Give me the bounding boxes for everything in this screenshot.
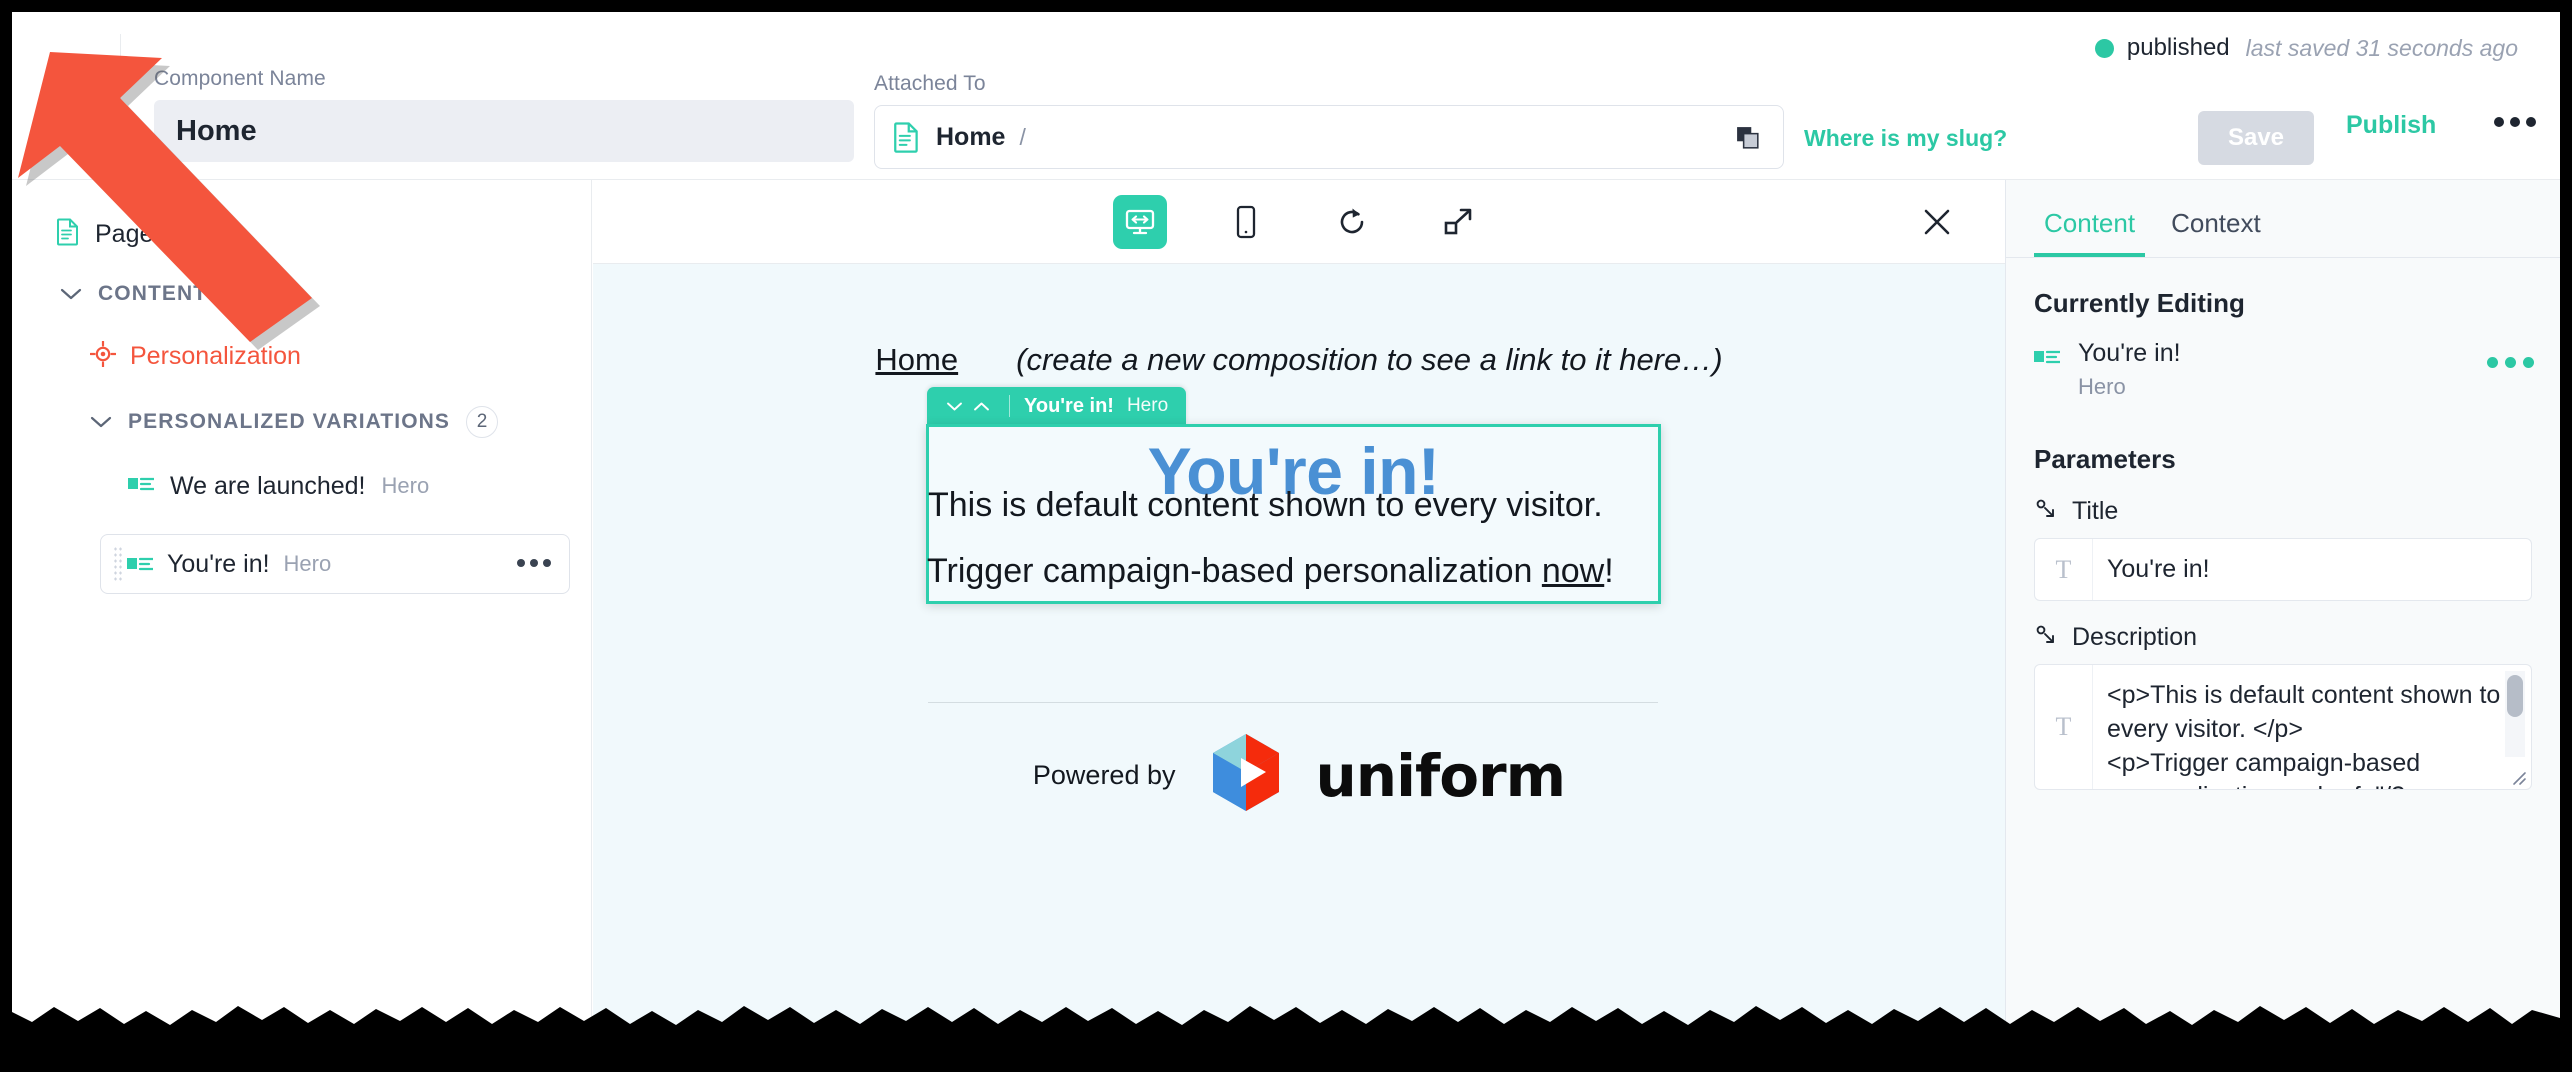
sidebar-variation-type: Hero xyxy=(381,473,430,498)
currently-editing-item[interactable]: You're in! Hero xyxy=(2006,319,2560,400)
canvas-note: (create a new composition to see a link … xyxy=(1016,342,1723,377)
uniform-wordmark: uniform xyxy=(1315,741,1567,810)
text-type-icon: T xyxy=(2035,665,2093,789)
attached-to-value: Home xyxy=(936,122,1006,151)
component-icon xyxy=(127,554,153,574)
parameter-icon xyxy=(2034,623,2058,652)
sidebar-item-personalization[interactable]: Personalization xyxy=(12,332,591,380)
parameter-label: Title xyxy=(2072,497,2119,525)
close-icon[interactable] xyxy=(1911,196,1963,248)
preview-pane: Home (create a new composition to see a … xyxy=(593,180,2005,1044)
screenshot-frame: Component Name Attached To Home / xyxy=(0,0,2572,1072)
sidebar-variation-item[interactable]: We are launched! Hero xyxy=(128,460,591,512)
hero-component-tab[interactable]: You're in! Hero xyxy=(927,387,1187,425)
sidebar-section-personalized-variations[interactable]: PERSONALIZED VARIATIONS 2 xyxy=(12,398,591,446)
document-icon xyxy=(56,217,80,251)
publish-button[interactable]: Publish xyxy=(2346,111,2436,140)
component-icon xyxy=(128,474,156,499)
component-name-input[interactable] xyxy=(154,100,854,162)
tab-context[interactable]: Context xyxy=(2161,208,2271,257)
description-scrollbar-thumb[interactable] xyxy=(2507,675,2523,717)
hero-tab-name: You're in! xyxy=(1024,394,1114,417)
sidebar-item-personalization-label: Personalization xyxy=(130,341,301,370)
mobile-icon[interactable] xyxy=(1219,195,1273,249)
powered-by-footer: Powered by uniform xyxy=(593,734,2005,817)
chevron-left-icon xyxy=(58,73,77,111)
panel-tabs: Content Context xyxy=(2006,180,2560,258)
currently-editing-name: You're in! xyxy=(2078,339,2181,367)
sidebar-section-variations-count: 2 xyxy=(466,406,499,438)
ellipsis-icon[interactable] xyxy=(2487,357,2534,368)
hero-body-line-1: This is default content shown to every v… xyxy=(928,486,1603,524)
drag-handle[interactable] xyxy=(113,546,123,582)
where-is-my-slug-link[interactable]: Where is my slug? xyxy=(1804,125,2007,152)
publish-status: published last saved 31 seconds ago xyxy=(2094,34,2518,62)
sidebar-item-page-label: Page xyxy=(95,219,154,248)
status-dot xyxy=(2094,38,2114,58)
text-type-icon: T xyxy=(2035,539,2093,600)
target-icon xyxy=(89,339,117,372)
parameter-field-title[interactable]: T xyxy=(2034,538,2532,601)
currently-editing-type: Hero xyxy=(2078,374,2126,399)
canvas-home-link[interactable]: Home xyxy=(875,342,958,378)
chevron-down-icon xyxy=(60,287,82,301)
parameters-heading: Parameters xyxy=(2034,444,2176,474)
component-icon xyxy=(2034,347,2060,367)
document-icon xyxy=(893,121,920,153)
canvas-nav: Home (create a new composition to see a … xyxy=(593,342,2005,378)
sidebar-variation-name: You're in! xyxy=(167,549,270,578)
canvas-divider xyxy=(928,702,1658,703)
last-saved-text: last saved 31 seconds ago xyxy=(2245,34,2518,61)
parameter-field-description[interactable]: T <p>This is default content shown to ev… xyxy=(2034,664,2532,790)
sidebar-section-content-count: 1 xyxy=(223,278,256,310)
hero-body-line-2: Trigger campaign-based personalization n… xyxy=(927,552,1667,591)
header-divider xyxy=(120,34,121,180)
tab-divider xyxy=(1009,395,1010,417)
copy-icon[interactable] xyxy=(1725,115,1771,161)
parameter-label: Description xyxy=(2072,623,2198,651)
resize-handle[interactable] xyxy=(2505,764,2527,786)
sidebar-variation-name: We are launched! xyxy=(170,471,366,500)
sidebar-section-variations-label: PERSONALIZED VARIATIONS xyxy=(128,410,451,433)
description-input[interactable]: <p>This is default content shown to ever… xyxy=(2093,665,2531,789)
ellipsis-icon[interactable] xyxy=(2494,117,2536,127)
title-input[interactable] xyxy=(2093,539,2531,600)
sidebar-section-content[interactable]: CONTENT 1 xyxy=(12,270,591,318)
status-text: published xyxy=(2126,34,2230,61)
save-button[interactable]: Save xyxy=(2198,111,2314,165)
ellipsis-icon[interactable] xyxy=(517,559,551,567)
sidebar-section-content-label: CONTENT xyxy=(98,282,208,305)
hero-body-prefix: Trigger campaign-based personalization xyxy=(927,552,1542,590)
uniform-logo-icon xyxy=(1210,734,1282,817)
hero-body-suffix: ! xyxy=(1604,552,1614,590)
sidebar-item-page[interactable]: Page xyxy=(12,212,591,256)
back-button[interactable] xyxy=(46,70,90,114)
parameter-label-title: Title xyxy=(2006,475,2560,526)
preview-canvas: Home (create a new composition to see a … xyxy=(593,264,2005,1044)
preview-toolbar xyxy=(593,180,2005,264)
sidebar-variation-type: Hero xyxy=(283,551,332,576)
currently-editing-heading: Currently Editing xyxy=(2034,288,2245,318)
hero-tab-type: Hero xyxy=(1126,395,1169,416)
attached-to-field[interactable]: Home / xyxy=(874,105,1784,169)
tab-content[interactable]: Content xyxy=(2034,208,2146,257)
component-name-label: Component Name xyxy=(154,67,326,90)
expand-icon[interactable] xyxy=(1431,195,1485,249)
app-header: Component Name Attached To Home / xyxy=(12,12,2560,180)
desktop-icon[interactable] xyxy=(1113,194,1167,249)
parameter-label-description: Description xyxy=(2006,601,2560,652)
powered-by-text: Powered by xyxy=(1032,760,1176,790)
sidebar: Page CONTENT 1 Personalization PERSONALI… xyxy=(12,180,592,1044)
refresh-icon[interactable] xyxy=(1325,195,1379,249)
parameter-icon xyxy=(2034,497,2058,526)
sidebar-variation-item-selected[interactable]: You're in! Hero xyxy=(100,534,570,594)
app-window: Component Name Attached To Home / xyxy=(12,12,2560,1044)
chevron-up-icon[interactable] xyxy=(968,401,995,412)
chevron-down-icon xyxy=(90,415,112,429)
properties-panel: Content Context Currently Editing You're… xyxy=(2005,180,2560,1044)
hero-cta-link[interactable]: now xyxy=(1542,552,1604,590)
chevron-down-icon[interactable] xyxy=(941,401,968,412)
attached-to-label: Attached To xyxy=(874,72,986,95)
attached-to-slug: / xyxy=(1019,123,1026,150)
